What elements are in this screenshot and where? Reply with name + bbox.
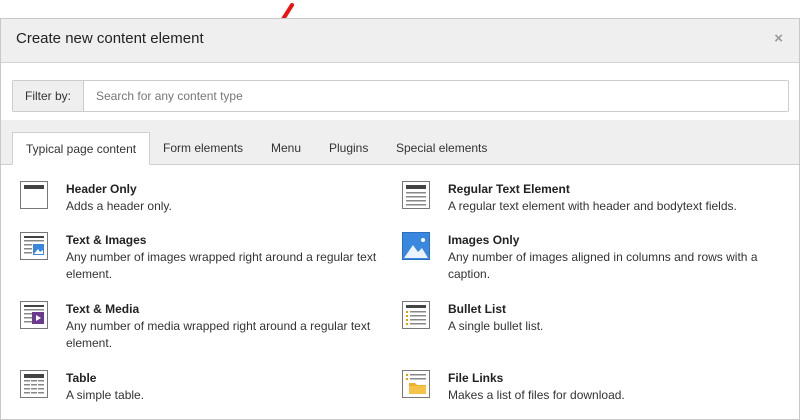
item-description: Any number of media wrapped right around… — [66, 319, 371, 350]
item-title: Text & Media — [66, 302, 140, 316]
item-description: A simple table. — [66, 388, 145, 402]
item-description: Adds a header only. — [66, 199, 172, 213]
regular-text-icon — [402, 181, 430, 209]
item-title: File Links — [448, 371, 504, 385]
item-description: Any number of images wrapped right aroun… — [66, 250, 377, 281]
item-description: Makes a list of files for download. — [448, 388, 625, 402]
file-links-icon — [402, 370, 430, 398]
text-images-icon — [20, 232, 48, 260]
content-item-header-only[interactable]: Header Only Adds a header only. — [20, 181, 380, 221]
create-content-dialog: Create new content element × Filter by: … — [0, 18, 800, 420]
item-description: A regular text element with header and b… — [448, 199, 737, 213]
content-item-file-links[interactable]: File Links Makes a list of files for dow… — [402, 370, 792, 410]
item-title: Text & Images — [66, 233, 147, 247]
filter-bar: Filter by: — [12, 80, 789, 112]
item-title: Bullet List — [448, 302, 507, 316]
item-description: A single bullet list. — [448, 319, 544, 333]
tab-special-elements[interactable]: Special elements — [383, 132, 500, 164]
dialog-title: Create new content element — [16, 30, 204, 47]
item-title: Images Only — [448, 233, 520, 247]
tab-menu[interactable]: Menu — [258, 132, 314, 164]
tab-form-elements[interactable]: Form elements — [150, 132, 256, 164]
text-media-icon — [20, 301, 48, 329]
content-item-images-only[interactable]: Images Only Any number of images aligned… — [402, 232, 792, 287]
item-title: Header Only — [66, 182, 137, 196]
search-input[interactable] — [84, 81, 788, 111]
item-title: Regular Text Element — [448, 182, 570, 196]
tab-bar: Typical page content Form elements Menu … — [1, 120, 799, 165]
item-title: Table — [66, 371, 97, 385]
close-button[interactable]: × — [774, 30, 783, 47]
tab-typical-page-content[interactable]: Typical page content — [12, 132, 151, 165]
item-description: Any number of images aligned in columns … — [448, 250, 758, 281]
filter-label: Filter by: — [13, 81, 84, 111]
content-item-text-media[interactable]: Text & Media Any number of media wrapped… — [20, 301, 380, 356]
content-item-text-images[interactable]: Text & Images Any number of images wrapp… — [20, 232, 380, 287]
header-only-icon — [20, 181, 48, 209]
dialog-header: Create new content element × — [1, 19, 799, 63]
content-item-regular-text[interactable]: Regular Text Element A regular text elem… — [402, 181, 792, 221]
content-item-table[interactable]: Table A simple table. — [20, 370, 380, 410]
tab-plugins[interactable]: Plugins — [316, 132, 381, 164]
table-icon — [20, 370, 48, 398]
images-only-icon — [402, 232, 430, 260]
content-item-bullet-list[interactable]: Bullet List A single bullet list. — [402, 301, 792, 341]
bullet-list-icon — [402, 301, 430, 329]
